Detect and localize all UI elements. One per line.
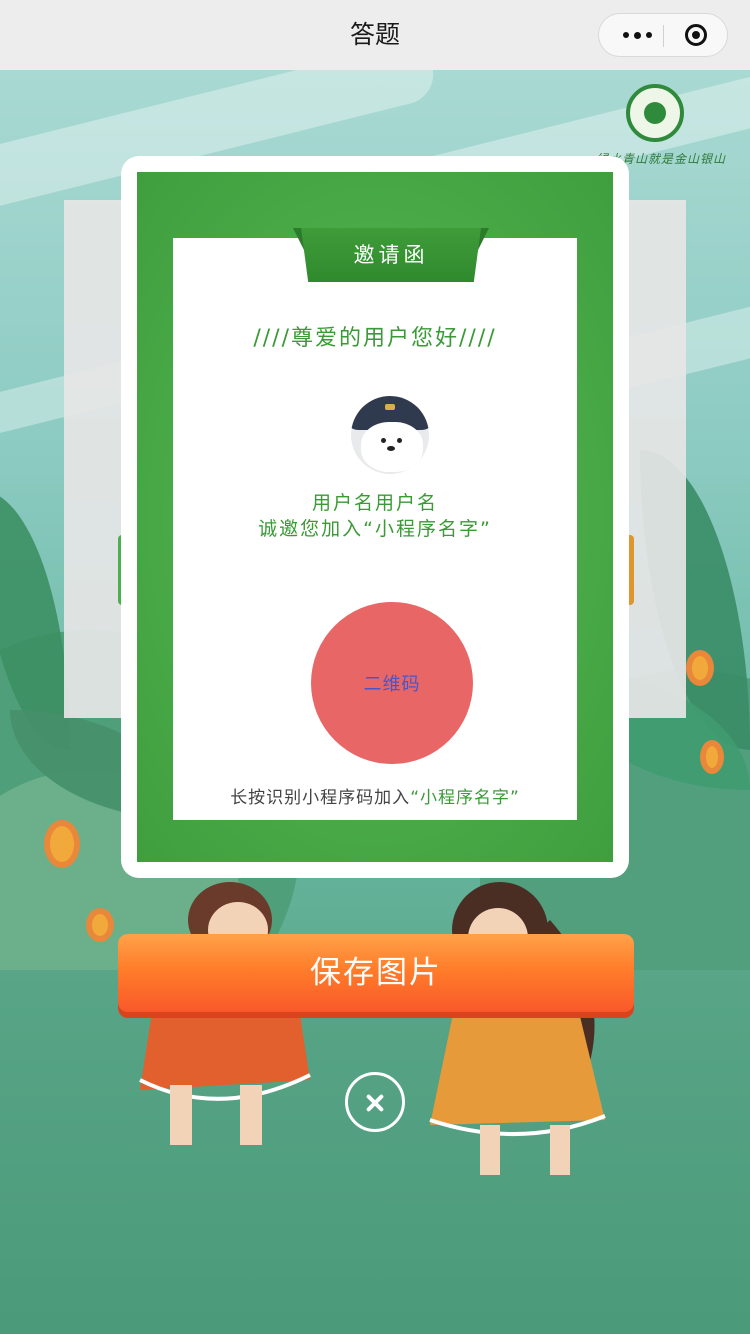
target-circle-icon[interactable] bbox=[685, 24, 707, 46]
navigation-bar: 答题 bbox=[0, 0, 750, 70]
press-hint: 长按识别小程序码加入“小程序名字” bbox=[137, 783, 613, 808]
more-dots-icon[interactable] bbox=[611, 14, 663, 56]
invitation-card: 邀请函 ////尊爱的用户您好//// 用户名用户名 诚邀您加入“小程序名字” … bbox=[121, 156, 629, 878]
ribbon-title: 邀请函 bbox=[353, 243, 429, 267]
close-icon[interactable] bbox=[345, 1072, 405, 1132]
logo-emblem-icon bbox=[626, 84, 684, 142]
invitation-card-frame: 邀请函 ////尊爱的用户您好//// 用户名用户名 诚邀您加入“小程序名字” … bbox=[137, 172, 613, 862]
press-hint-app-name: “小程序名字” bbox=[410, 788, 520, 808]
miniprogram-capsule bbox=[598, 13, 728, 57]
greeting-text: ////尊爱的用户您好//// bbox=[253, 326, 497, 351]
save-image-button[interactable]: 保存图片 bbox=[118, 934, 634, 1012]
child-illustration-right bbox=[429, 882, 606, 1175]
child-illustration-left bbox=[139, 882, 311, 1145]
invite-message: 诚邀您加入“小程序名字” bbox=[258, 518, 492, 540]
username-text: 用户名用户名 bbox=[311, 492, 438, 514]
press-hint-prefix: 长按识别小程序码加入 bbox=[230, 788, 411, 808]
brand-logo: 绿水青山就是金山银山 bbox=[596, 84, 730, 174]
avatar bbox=[351, 396, 429, 474]
invitation-ribbon: 邀请函 bbox=[293, 228, 489, 282]
qrcode-placeholder[interactable]: 二维码 bbox=[311, 602, 473, 764]
qrcode-label: 二维码 bbox=[363, 674, 421, 695]
capsule-divider bbox=[663, 25, 664, 47]
